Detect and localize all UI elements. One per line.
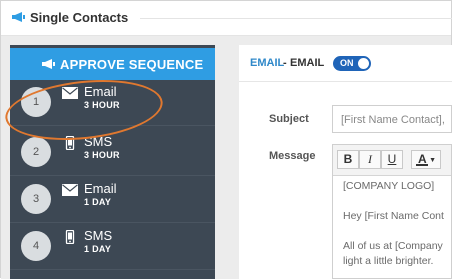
font-color-bar: [416, 164, 428, 166]
page-title: Single Contacts: [30, 10, 129, 25]
channel-type: EMAIL: [250, 57, 285, 69]
phone-icon: [65, 136, 75, 150]
font-color-button[interactable]: A ▼: [411, 150, 441, 169]
channel-separator: -: [283, 57, 287, 69]
chevron-down-icon: ▼: [429, 157, 436, 164]
megaphone-icon: [12, 12, 25, 22]
sequence-step[interactable]: 1 Email 3 HOUR: [10, 81, 215, 126]
step-duration: 3 HOUR: [84, 100, 120, 110]
step-type: Email: [84, 181, 117, 196]
page-header: Single Contacts: [1, 1, 452, 36]
message-line: [COMPANY LOGO]: [343, 180, 435, 192]
message-label: Message: [269, 150, 316, 162]
step-type: Email: [84, 84, 117, 99]
step-number: 1: [21, 87, 51, 117]
step-number: 3: [21, 184, 51, 214]
channel-toggle[interactable]: ON: [333, 56, 371, 71]
channel-name: EMAIL: [290, 57, 325, 69]
sequence-step[interactable]: 3 Email 1 DAY: [10, 178, 215, 223]
italic-button[interactable]: I: [359, 150, 381, 169]
message-line: Hey [First Name Cont: [343, 210, 444, 222]
step-number: 2: [21, 137, 51, 167]
subject-label: Subject: [269, 113, 309, 125]
toggle-label: ON: [340, 58, 354, 68]
phone-icon: [65, 230, 75, 244]
editor-toolbar: B I U A ▼: [333, 145, 451, 176]
sequence-step[interactable]: 2 SMS 3 HOUR: [10, 131, 215, 176]
message-line: All of us at [Company: [343, 240, 443, 252]
envelope-icon: [62, 184, 78, 196]
approve-sequence-button[interactable]: APPROVE SEQUENCE: [10, 48, 215, 80]
underline-button[interactable]: U: [381, 150, 403, 169]
step-type: SMS: [84, 228, 113, 243]
step-duration: 1 DAY: [84, 197, 112, 207]
approve-sequence-label: APPROVE SEQUENCE: [60, 57, 204, 72]
subject-input[interactable]: [First Name Contact],: [332, 105, 452, 133]
megaphone-icon: [42, 59, 55, 69]
header-divider: [140, 18, 452, 19]
toggle-knob: [358, 58, 369, 69]
step-duration: 1 DAY: [84, 244, 112, 254]
step-type: SMS: [84, 134, 113, 149]
envelope-icon: [62, 87, 78, 99]
bold-button[interactable]: B: [337, 150, 359, 169]
step-duration: 3 HOUR: [84, 150, 120, 160]
message-editor[interactable]: B I U A ▼ [COMPANY LOGO] Hey [First Name…: [332, 144, 452, 279]
step-number: 4: [21, 231, 51, 261]
message-line: light a little brighter.: [343, 255, 434, 267]
sequence-step[interactable]: 4 SMS 1 DAY: [10, 225, 215, 270]
channel-header: EMAIL - EMAIL ON: [239, 45, 452, 82]
